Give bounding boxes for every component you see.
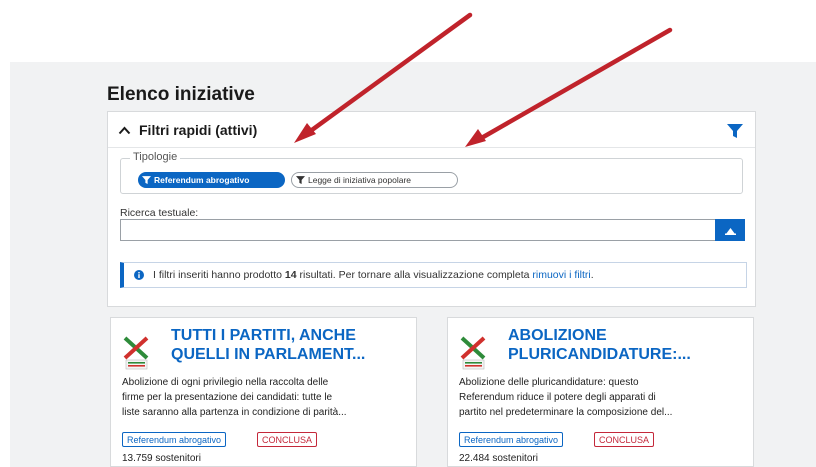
search-input[interactable] (120, 219, 717, 241)
quick-filters-title: Filtri rapidi (attivi) (139, 122, 258, 138)
initiative-card[interactable]: ABOLIZIONE PLURICANDIDATURE:... Abolizio… (447, 317, 754, 467)
chip-referendum-abrogativo[interactable]: Referendum abrogativo (138, 172, 285, 188)
card-title-line: ABOLIZIONE (508, 327, 607, 344)
quick-filters-toggle[interactable]: Filtri rapidi (attivi) (118, 122, 257, 138)
typologies-legend: Tipologie (130, 151, 181, 163)
type-badge: Referendum abrogativo (122, 432, 227, 447)
card-description-line: Abolizione delle pluricandidature: quest… (459, 377, 639, 388)
filter-icon (142, 176, 151, 184)
supporters-count: 13.759 sostenitori (122, 453, 201, 464)
search-icon (724, 227, 736, 235)
remove-filters-link[interactable]: rimuovi i filtri (532, 269, 590, 281)
card-title-link[interactable]: TUTTI I PARTITI, ANCHE QUELLI IN PARLAME… (171, 326, 411, 364)
type-badge: Referendum abrogativo (459, 432, 564, 447)
card-description: Abolizione di ogni privilegio nella racc… (122, 375, 412, 420)
card-title-line: QUELLI IN PARLAMENT... (171, 346, 366, 363)
filter-icon (296, 176, 305, 184)
quick-filters-panel: Filtri rapidi (attivi) Tipologie Referen… (107, 111, 756, 307)
results-info-alert: I filtri inseriti hanno prodotto 14 risu… (120, 262, 747, 288)
chip-legge-iniziativa-popolare[interactable]: Legge di iniziativa popolare (291, 172, 458, 188)
page-title: Elenco iniziative (107, 84, 255, 105)
panel-divider (108, 147, 755, 148)
card-description: Abolizione delle pluricandidature: quest… (459, 375, 749, 420)
status-badge: CONCLUSA (257, 432, 318, 447)
card-title-link[interactable]: ABOLIZIONE PLURICANDIDATURE:... (508, 326, 748, 364)
supporters-count: 22.484 sostenitori (459, 453, 538, 464)
logo-icon (123, 336, 149, 370)
card-title-line: PLURICANDIDATURE:... (508, 346, 691, 363)
info-middle: risultati. Per tornare alla visualizzazi… (299, 269, 530, 281)
info-prefix: I filtri inseriti hanno prodotto (153, 269, 282, 281)
card-description-line: firme per la presentazione dei candidati… (122, 392, 333, 403)
card-description-line: Abolizione di ogni privilegio nella racc… (122, 377, 329, 388)
card-title-line: TUTTI I PARTITI, ANCHE (171, 327, 356, 344)
initiative-card[interactable]: TUTTI I PARTITI, ANCHE QUELLI IN PARLAME… (110, 317, 417, 467)
logo-icon (460, 336, 486, 370)
results-count: 14 (284, 269, 297, 281)
chevron-up-icon (118, 126, 131, 134)
filter-icon[interactable] (727, 124, 743, 138)
search-label: Ricerca testuale: (120, 207, 199, 219)
info-icon (134, 270, 144, 280)
card-description-line: partito nel predeterminare la composizio… (459, 407, 673, 418)
info-suffix: . (590, 269, 594, 281)
search-button[interactable] (715, 219, 745, 241)
chip-label: Referendum abrogativo (154, 175, 250, 185)
card-description-line: Referendum riduce il potere degli appara… (459, 392, 656, 403)
chip-label: Legge di iniziativa popolare (308, 175, 412, 185)
status-badge: CONCLUSA (594, 432, 655, 447)
card-description-line: liste saranno alla partenza in condizion… (122, 407, 347, 418)
